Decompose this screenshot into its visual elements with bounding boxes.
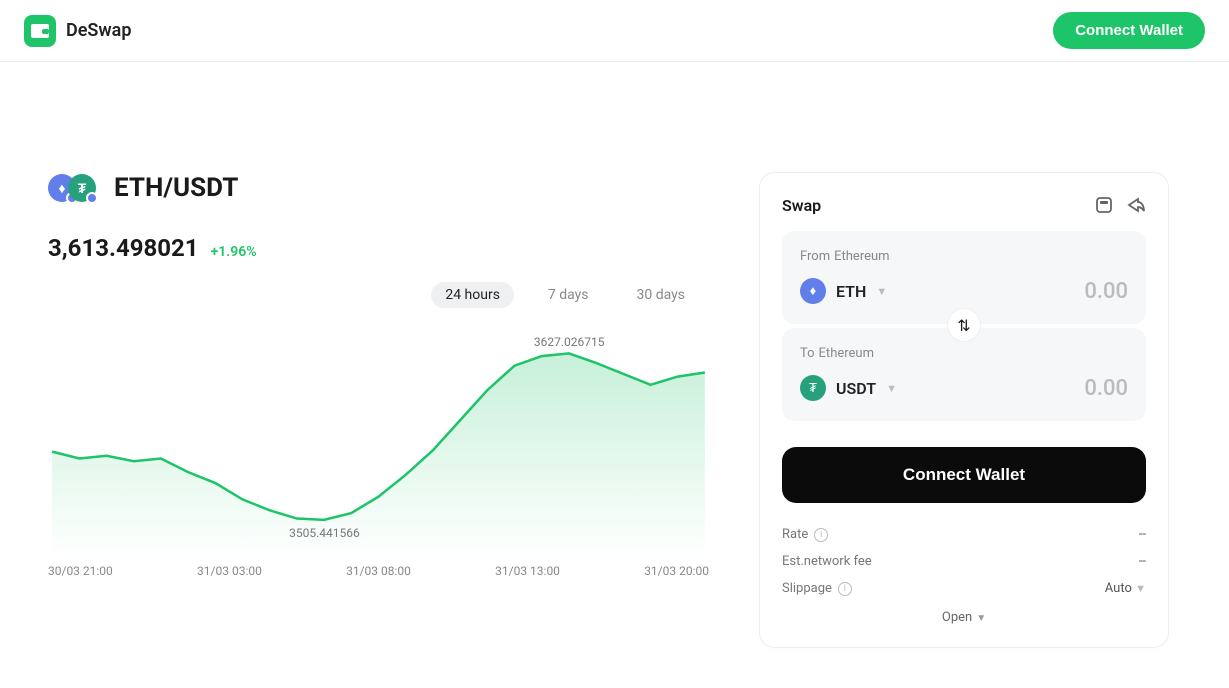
from-token-name: ETH	[836, 282, 866, 301]
info-icon[interactable]: i	[838, 582, 852, 596]
price-value: 3,613.498021	[48, 234, 199, 262]
pair-icons: ♦ ₮	[48, 172, 100, 204]
fee-value: --	[1139, 554, 1146, 569]
slippage-label: Slippage	[782, 581, 832, 596]
swap-connect-wallet-button[interactable]: Connect Wallet	[782, 447, 1146, 503]
to-network: Ethereum	[819, 346, 874, 361]
slippage-row: Slippage i Auto ▼	[782, 575, 1146, 602]
range-tab-24h[interactable]: 24 hours	[431, 282, 514, 308]
brand-logo-icon	[24, 15, 56, 47]
chart-low-label: 3505.441566	[289, 526, 360, 540]
price-chart: 3627.026715 3505.441566 30/03 21:00 31/03…	[48, 318, 709, 618]
chart-x-axis: 30/03 21:00 31/03 03:00 31/03 08:00 31/03 1…	[48, 564, 709, 578]
from-network: Ethereum	[834, 249, 889, 264]
swap-panel: Swap From Ethereum ♦ ETH ▼ 0.00	[759, 172, 1169, 648]
connect-wallet-button[interactable]: Connect Wallet	[1053, 12, 1205, 49]
swap-meta: Ratei -- Est.network fee -- Slippagei Au…	[782, 521, 1146, 625]
fee-label: Est.network fee	[782, 554, 872, 569]
to-prefix: To	[800, 346, 815, 361]
brand: DeSwap	[24, 15, 131, 47]
chart-panel: ♦ ₮ ETH/USDT 3,613.498021 +1.96% 24 hour…	[48, 172, 709, 618]
main: ♦ ₮ ETH/USDT 3,613.498021 +1.96% 24 hour…	[0, 62, 1229, 688]
pair-header: ♦ ₮ ETH/USDT	[48, 172, 709, 204]
from-prefix: From	[800, 249, 830, 264]
x-axis-tick: 31/03 08:00	[346, 564, 411, 578]
from-label: From Ethereum	[800, 249, 1128, 264]
fee-row: Est.network fee --	[782, 548, 1146, 575]
range-tabs: 24 hours 7 days 30 days	[48, 282, 709, 308]
slippage-value[interactable]: Auto ▼	[1105, 581, 1146, 596]
eth-icon: ♦	[800, 278, 826, 304]
range-tab-7d[interactable]: 7 days	[534, 282, 603, 308]
x-axis-tick: 30/03 21:00	[48, 564, 113, 578]
x-axis-tick: 31/03 03:00	[197, 564, 262, 578]
open-details-toggle[interactable]: Open▼	[782, 610, 1146, 625]
to-label: To Ethereum	[800, 346, 1128, 361]
swap-from-box: FromEthereum ♦ ETH ▼ 0.00 ⇅	[782, 231, 1146, 324]
chevron-down-icon: ▼	[1135, 582, 1146, 595]
price-change: +1.96%	[211, 244, 257, 260]
settings-icon[interactable]	[1094, 195, 1114, 215]
brand-name: DeSwap	[66, 20, 131, 41]
to-token-name: USDT	[836, 379, 876, 398]
info-icon[interactable]: i	[814, 528, 828, 542]
rate-label: Rate	[782, 527, 808, 542]
rate-value: --	[1139, 527, 1146, 542]
pair-title: ETH/USDT	[114, 173, 238, 203]
chart-svg	[48, 318, 709, 558]
swap-tools	[1094, 195, 1146, 215]
swap-header: Swap	[782, 195, 1146, 215]
switch-tokens-button[interactable]: ⇅	[947, 308, 981, 342]
rate-row: Ratei --	[782, 521, 1146, 548]
chevron-down-icon: ▼	[876, 285, 887, 298]
price-row: 3,613.498021 +1.96%	[48, 234, 709, 262]
swap-title: Swap	[782, 196, 821, 215]
x-axis-tick: 31/03 13:00	[495, 564, 560, 578]
from-amount[interactable]: 0.00	[1084, 279, 1128, 304]
share-icon[interactable]	[1126, 195, 1146, 215]
header: DeSwap Connect Wallet	[0, 0, 1229, 62]
chart-high-label: 3627.026715	[534, 335, 605, 349]
chevron-down-icon: ▼	[886, 382, 897, 395]
usdt-icon: ₮	[68, 174, 96, 202]
to-token-selector[interactable]: ₮ USDT ▼	[800, 375, 897, 401]
from-token-selector[interactable]: ♦ ETH ▼	[800, 278, 887, 304]
chevron-down-icon: ▼	[976, 613, 986, 624]
to-amount[interactable]: 0.00	[1084, 376, 1128, 401]
range-tab-30d[interactable]: 30 days	[623, 282, 699, 308]
x-axis-tick: 31/03 20:00	[644, 564, 709, 578]
usdt-icon: ₮	[800, 375, 826, 401]
